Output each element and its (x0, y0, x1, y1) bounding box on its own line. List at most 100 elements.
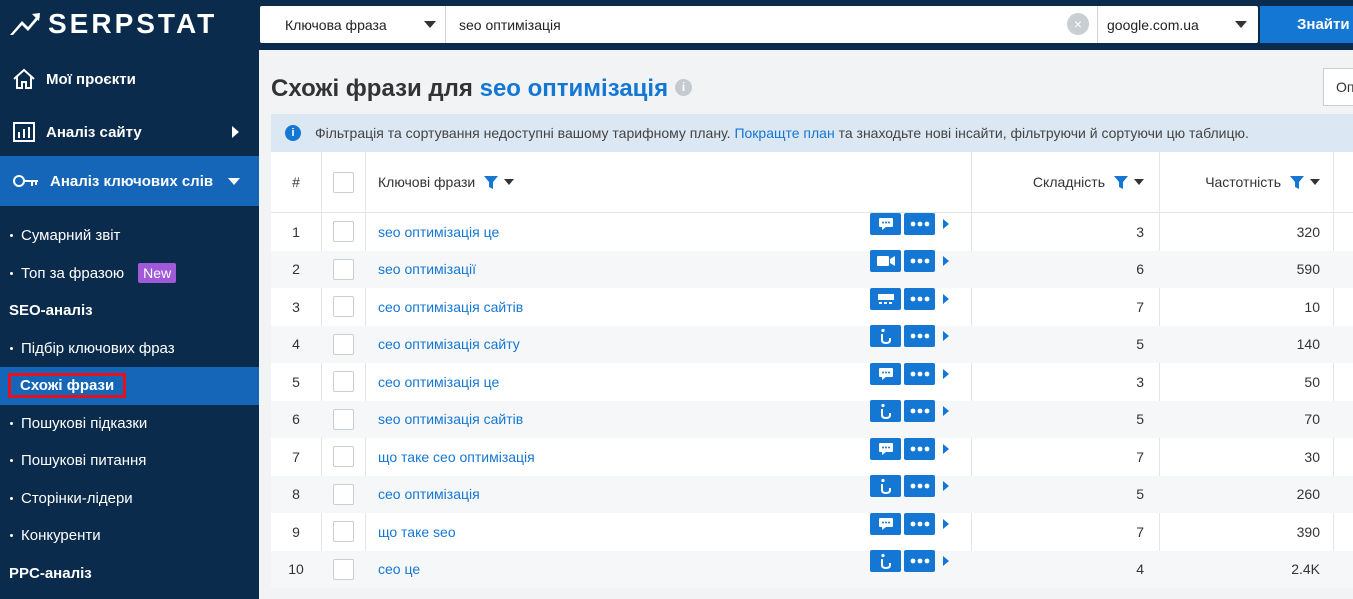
keyword-link[interactable]: сео це (378, 561, 420, 577)
search-mode-select[interactable]: Ключова фраза (260, 6, 446, 43)
sidebar-item-keyword-analysis[interactable]: Аналіз ключових слів (0, 156, 259, 206)
more-icon[interactable] (904, 475, 935, 498)
sidebar-item-keyword-selection[interactable]: Підбір ключових фраз (0, 330, 259, 368)
clear-icon[interactable]: × (1067, 13, 1089, 35)
sidebar-item-label: Сторінки-лідери (21, 489, 133, 507)
sidebar-item-questions[interactable]: Пошукові питання (0, 442, 259, 480)
difficulty-cell: 5 (1136, 411, 1144, 428)
sort-caret-icon[interactable] (1310, 179, 1320, 185)
row-checkbox[interactable] (332, 371, 354, 393)
expand-arrow-icon[interactable] (943, 368, 949, 379)
row-checkbox[interactable] (332, 221, 354, 243)
chat-icon[interactable] (870, 212, 901, 235)
sidebar-item-suggestions[interactable]: Пошукові підказки (0, 405, 259, 443)
row-select-cell (321, 446, 365, 468)
keyword-link[interactable]: сео оптимізація сайту (378, 336, 520, 352)
sort-caret-icon[interactable] (504, 179, 515, 185)
row-checkbox[interactable] (332, 258, 354, 280)
expand-arrow-icon[interactable] (943, 556, 949, 567)
search-input[interactable] (446, 6, 1067, 43)
row-checkbox[interactable] (332, 483, 354, 505)
more-icon[interactable] (904, 362, 935, 385)
expand-arrow-icon[interactable] (943, 481, 949, 492)
column-header-keyword[interactable]: Ключові фрази (365, 152, 971, 212)
keyword-link[interactable]: seo оптимізації (378, 261, 476, 277)
row-select-cell (321, 558, 365, 580)
more-icon[interactable] (904, 512, 935, 535)
difficulty-cell: 6 (1136, 261, 1144, 278)
row-checkbox[interactable] (332, 408, 354, 430)
chat-icon[interactable] (870, 362, 901, 385)
expand-arrow-icon[interactable] (943, 406, 949, 417)
filter-icon[interactable] (1289, 174, 1305, 190)
sidebar-item-competitors[interactable]: Конкуренти (0, 517, 259, 555)
sidebar-item-top[interactable]: Топ за фразою New (0, 255, 259, 293)
column-header-difficulty[interactable]: Складність (971, 152, 1159, 212)
sidebar-item-summary[interactable]: Сумарний звіт (0, 217, 259, 255)
sidebar-item-similar[interactable]: Схожі фрази (0, 367, 259, 405)
row-checkbox[interactable] (332, 446, 354, 468)
row-actions (870, 287, 949, 310)
difficulty-cell: 5 (1136, 336, 1144, 353)
keyword-link[interactable]: seo оптимізація сайтів (378, 411, 523, 427)
expand-arrow-icon[interactable] (943, 518, 949, 529)
keyword-link[interactable]: сео оптимізація сайтів (378, 299, 523, 315)
info-icon[interactable]: i (675, 79, 692, 96)
filter-icon[interactable] (1113, 174, 1129, 190)
keyword-link[interactable]: що таке seo (378, 524, 456, 540)
serpstat-logo[interactable]: SERPSTAT (8, 8, 217, 40)
chat-icon[interactable] (870, 512, 901, 535)
search-button[interactable]: Знайти (1260, 6, 1353, 43)
more-icon[interactable] (904, 437, 935, 460)
section-ppc: PPC-аналіз (0, 555, 259, 593)
sort-caret-icon[interactable] (1134, 179, 1144, 185)
sidebar-item-leaders[interactable]: Сторінки-лідери (0, 480, 259, 518)
sidebar-item-site-analysis[interactable]: Аналіз сайту (0, 108, 259, 156)
row-checkbox[interactable] (332, 333, 354, 355)
keyword-link[interactable]: сео оптимізація (378, 486, 480, 502)
more-icon[interactable] (904, 287, 935, 310)
keyword-cell: seo оптимізація сайтів (365, 400, 971, 427)
more-icon[interactable] (904, 550, 935, 573)
keyword-link[interactable]: сео оптимізація це (378, 374, 499, 390)
expand-arrow-icon[interactable] (943, 293, 949, 304)
carousel-icon[interactable] (870, 287, 901, 310)
options-button[interactable]: Оп (1323, 68, 1353, 106)
expand-arrow-icon[interactable] (943, 331, 949, 342)
keyword-link[interactable]: що таке сео оптимізація (378, 449, 535, 465)
row-actions (870, 212, 949, 235)
keyword-link[interactable]: seo оптимізація це (378, 224, 499, 240)
new-badge: New (138, 263, 177, 284)
more-icon[interactable] (904, 212, 935, 235)
keyword-cell: сео оптимізація сайтів (365, 287, 971, 315)
info-icon[interactable] (870, 400, 901, 423)
more-icon[interactable] (904, 325, 935, 348)
sidebar-item-label: Пошукові підказки (21, 414, 148, 432)
row-checkbox[interactable] (332, 521, 354, 543)
row-checkbox[interactable] (332, 296, 354, 318)
info-icon[interactable] (870, 475, 901, 498)
table-row: 9 що таке seo 7 390 (271, 512, 1353, 551)
upgrade-plan-link[interactable]: Покращте план (734, 125, 834, 141)
filter-icon[interactable] (483, 174, 499, 190)
expand-arrow-icon[interactable] (943, 218, 949, 229)
sidebar-item-projects[interactable]: Мої проєкти (0, 50, 259, 108)
column-header-label: Ключові фрази (378, 174, 476, 190)
more-icon[interactable] (904, 400, 935, 423)
keyword-cell: сео оптимізація (365, 475, 971, 502)
row-actions (870, 400, 949, 423)
video-icon[interactable] (870, 250, 901, 273)
more-icon[interactable] (904, 250, 935, 273)
row-number: 8 (292, 486, 300, 503)
expand-arrow-icon[interactable] (943, 443, 949, 454)
row-select-cell (321, 483, 365, 505)
table-header: # Ключові фрази Складність Частотність (271, 152, 1353, 213)
info-icon[interactable] (870, 325, 901, 348)
column-header-frequency[interactable]: Частотність (1159, 152, 1333, 212)
expand-arrow-icon[interactable] (943, 256, 949, 267)
chat-icon[interactable] (870, 437, 901, 460)
database-select[interactable]: google.com.ua (1097, 6, 1258, 43)
row-checkbox[interactable] (332, 558, 354, 580)
info-icon[interactable] (870, 550, 901, 573)
select-all-checkbox[interactable] (332, 171, 354, 193)
